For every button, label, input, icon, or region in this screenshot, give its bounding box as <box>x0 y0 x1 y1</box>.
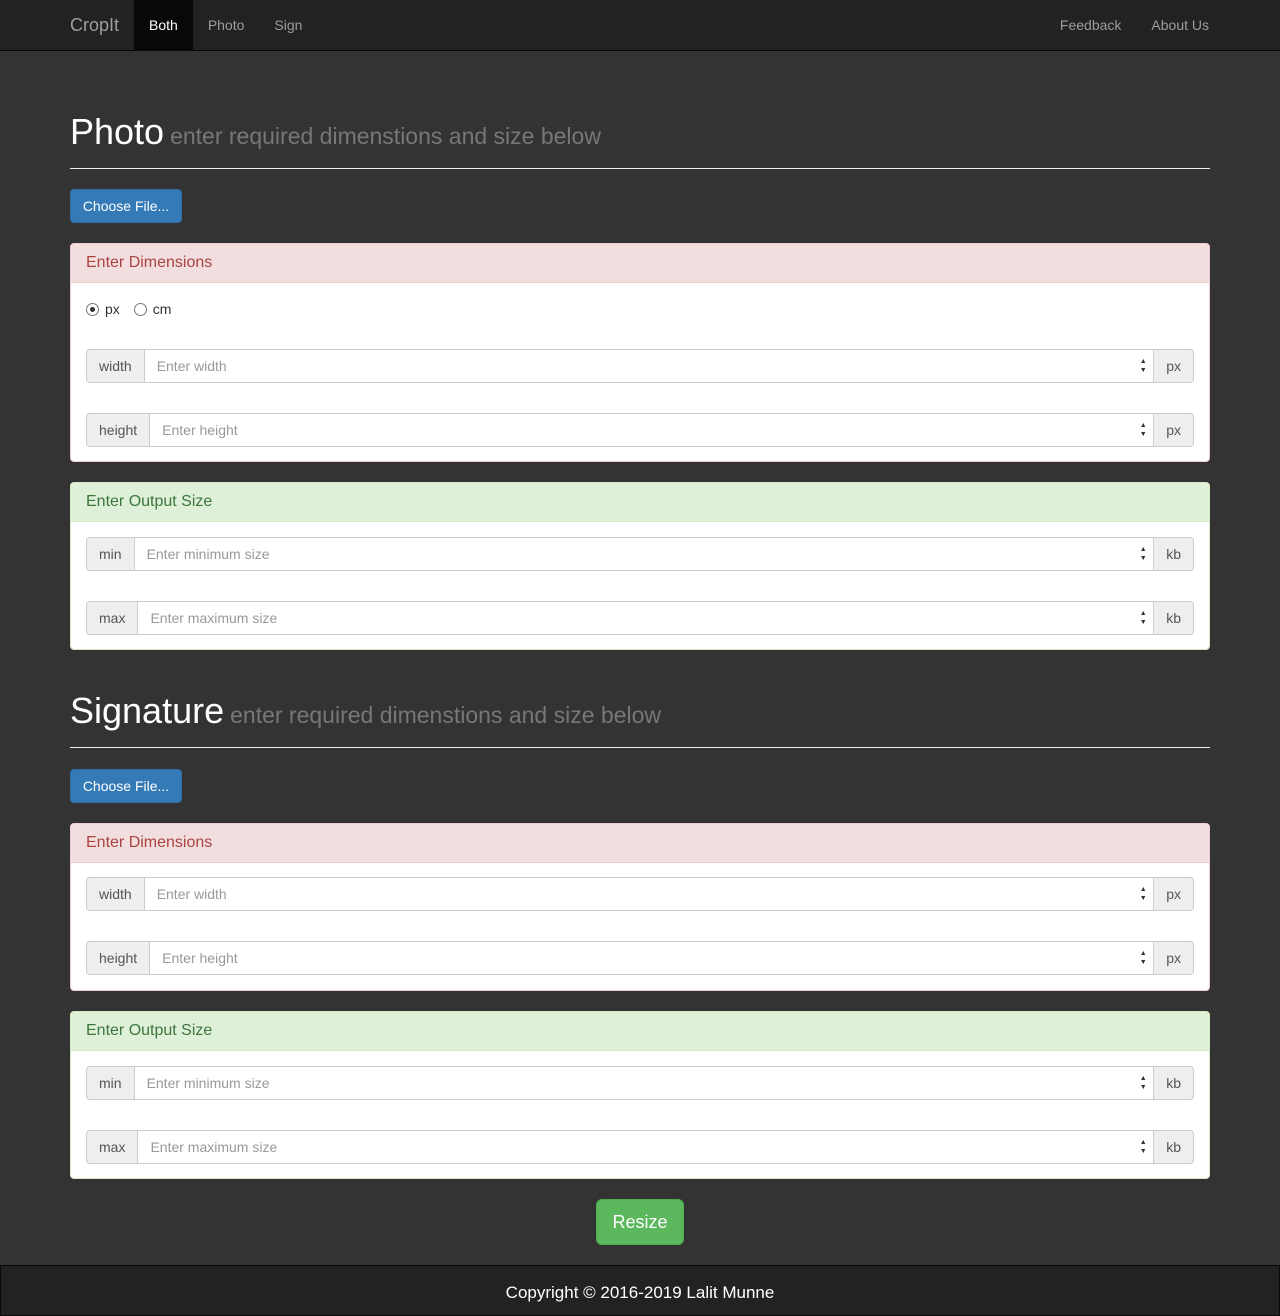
signature-height-field-wrap: ▲▼ <box>149 941 1155 975</box>
photo-subtitle: enter required dimenstions and size belo… <box>170 123 601 149</box>
photo-max-unit: kb <box>1154 601 1194 635</box>
photo-width-unit: px <box>1154 349 1194 383</box>
photo-height-group: height ▲▼ px <box>86 413 1194 447</box>
footer-copyright: Copyright © 2016-2019 Lalit Munne <box>505 1283 775 1302</box>
photo-output-heading: Enter Output Size <box>71 483 1209 522</box>
signature-width-group: width ▲▼ px <box>86 877 1194 911</box>
signature-max-addon: max <box>86 1130 138 1164</box>
signature-max-unit: kb <box>1154 1130 1194 1164</box>
spinner-icon[interactable]: ▲ ▼ <box>1139 885 1147 905</box>
photo-width-field-wrap: ▲▼ <box>143 349 1155 383</box>
photo-width-group: width ▲▼ px <box>86 349 1194 383</box>
signature-width-input[interactable] <box>144 878 1154 910</box>
photo-unit-cm-radio[interactable] <box>133 302 147 316</box>
photo-dimensions-heading: Enter Dimensions <box>71 244 1209 283</box>
resize-button[interactable]: Resize <box>596 1199 684 1245</box>
photo-height-field-wrap: ▲▼ <box>149 413 1155 447</box>
signature-title: Signature enter required dimenstions and … <box>70 690 661 731</box>
signature-width-unit: px <box>1154 877 1194 911</box>
signature-height-addon: height <box>86 941 150 975</box>
signature-height-input[interactable] <box>150 942 1154 974</box>
photo-height-input[interactable] <box>150 414 1154 446</box>
photo-width-input[interactable] <box>144 350 1154 382</box>
photo-choose-file-button[interactable]: Choose File... <box>70 189 182 223</box>
signature-dimensions-heading: Enter Dimensions <box>71 824 1209 863</box>
nav-right: Feedback About Us <box>1045 0 1224 50</box>
photo-unit-cm-label: cm <box>152 301 172 317</box>
photo-min-input[interactable] <box>134 538 1154 570</box>
photo-min-addon: min <box>86 537 134 571</box>
signature-output-panel: Enter Output Size min ▲▼ kb max ▲▼ kb <box>70 1011 1210 1179</box>
nav-item-both[interactable]: Both <box>134 0 193 50</box>
signature-min-input[interactable] <box>134 1067 1154 1099</box>
photo-min-field-wrap: ▲▼ <box>133 537 1155 571</box>
signature-section: Signature enter required dimenstions and … <box>70 693 1210 1188</box>
signature-height-unit: px <box>1154 941 1194 975</box>
signature-min-unit: kb <box>1154 1066 1194 1100</box>
photo-output-panel: Enter Output Size min ▲▼ kb max ▲▼ kb <box>70 482 1210 650</box>
signature-max-group: max ▲▼ kb <box>86 1130 1194 1164</box>
nav-left: Both Photo Sign <box>134 0 317 50</box>
photo-width-addon: width <box>86 349 144 383</box>
photo-max-group: max ▲▼ kb <box>86 601 1194 635</box>
photo-title: Photo enter required dimenstions and size… <box>70 111 601 152</box>
signature-max-field-wrap: ▲▼ <box>137 1130 1155 1164</box>
signature-choose-file-button[interactable]: Choose File... <box>70 769 182 803</box>
nav-item-about-us[interactable]: About Us <box>1136 0 1224 50</box>
signature-min-group: min ▲▼ kb <box>86 1066 1194 1100</box>
photo-height-addon: height <box>86 413 150 447</box>
signature-subtitle: enter required dimenstions and size belo… <box>230 702 661 728</box>
photo-min-unit: kb <box>1154 537 1194 571</box>
photo-dimensions-panel: Enter Dimensions px cm width ▲▼ px heigh… <box>70 243 1210 462</box>
spinner-icon[interactable]: ▲ ▼ <box>1139 1138 1147 1158</box>
photo-header: Photo enter required dimenstions and size… <box>70 114 1210 169</box>
photo-unit-selector: px cm <box>86 301 185 317</box>
photo-section: Photo enter required dimenstions and size… <box>70 114 1210 659</box>
nav-item-feedback[interactable]: Feedback <box>1045 0 1136 50</box>
photo-max-field-wrap: ▲▼ <box>137 601 1155 635</box>
signature-header: Signature enter required dimenstions and … <box>70 693 1210 748</box>
spinner-icon[interactable]: ▲ ▼ <box>1139 949 1147 969</box>
spinner-icon[interactable]: ▲ ▼ <box>1139 609 1147 629</box>
spinner-icon[interactable]: ▲ ▼ <box>1139 357 1147 377</box>
signature-max-input[interactable] <box>138 1131 1154 1163</box>
spinner-icon[interactable]: ▲ ▼ <box>1139 1074 1147 1094</box>
photo-max-addon: max <box>86 601 138 635</box>
brand-logo[interactable]: CropIt <box>70 0 119 50</box>
signature-min-addon: min <box>86 1066 134 1100</box>
photo-height-unit: px <box>1154 413 1194 447</box>
signature-height-group: height ▲▼ px <box>86 941 1194 975</box>
spinner-icon[interactable]: ▲ ▼ <box>1139 545 1147 565</box>
photo-min-group: min ▲▼ kb <box>86 537 1194 571</box>
nav-item-sign[interactable]: Sign <box>259 0 317 50</box>
footer: Copyright © 2016-2019 Lalit Munne <box>0 1265 1280 1316</box>
signature-min-field-wrap: ▲▼ <box>133 1066 1155 1100</box>
navbar: CropIt Both Photo Sign Feedback About Us <box>0 0 1280 51</box>
signature-width-addon: width <box>86 877 144 911</box>
signature-width-field-wrap: ▲▼ <box>143 877 1155 911</box>
photo-max-input[interactable] <box>138 602 1154 634</box>
signature-output-heading: Enter Output Size <box>71 1012 1209 1051</box>
signature-dimensions-panel: Enter Dimensions width ▲▼ px height ▲▼ p… <box>70 823 1210 991</box>
photo-unit-px-radio[interactable] <box>86 302 99 316</box>
photo-unit-px-label: px <box>105 301 120 317</box>
spinner-icon[interactable]: ▲ ▼ <box>1139 421 1147 441</box>
nav-item-photo[interactable]: Photo <box>193 0 260 50</box>
